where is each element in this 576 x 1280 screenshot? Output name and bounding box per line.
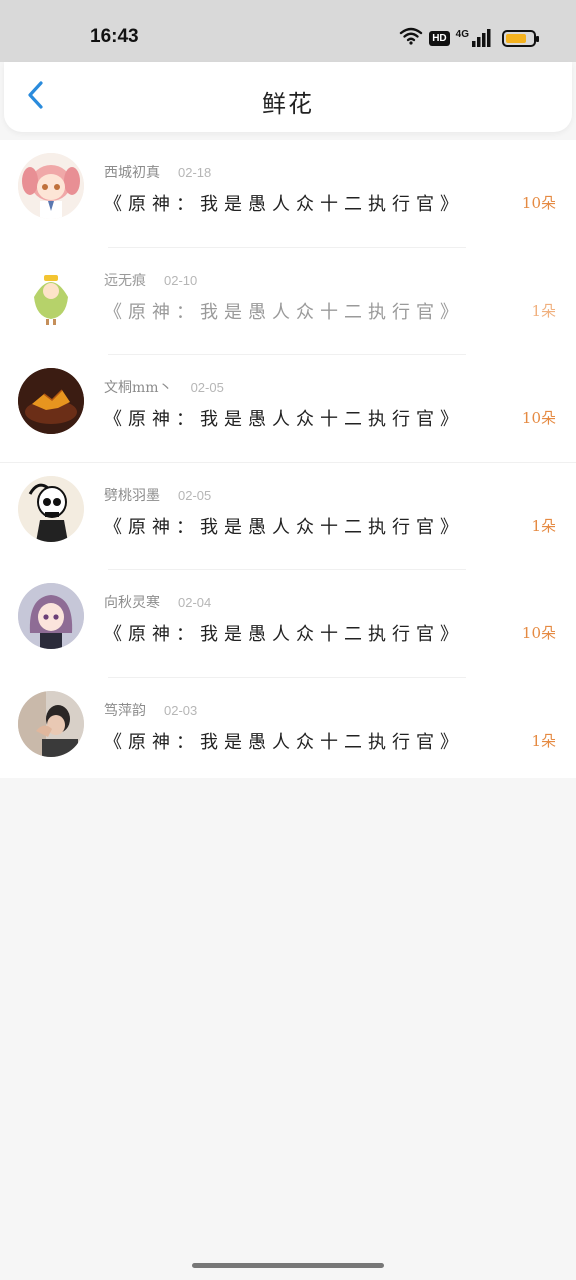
battery-icon bbox=[502, 29, 539, 47]
avatar[interactable] bbox=[18, 690, 84, 757]
avatar[interactable] bbox=[18, 260, 84, 327]
battery-level bbox=[506, 33, 526, 43]
list-item[interactable]: 文桐mm丶 02-05 《原神：我是愚人众十二执行官》 10朵 bbox=[0, 355, 576, 463]
item-meta: 文桐mm丶 02-05 bbox=[104, 377, 224, 397]
sender-name: 远无痕 bbox=[104, 272, 146, 289]
flower-count: 10朵 bbox=[521, 409, 556, 428]
sender-name: 西城初真 bbox=[104, 165, 160, 181]
gift-date: 02-05 bbox=[190, 380, 224, 396]
work-title: 《原神：我是愚人众十二执行官》 bbox=[104, 516, 464, 538]
list-item[interactable]: 远无痕 02-10 《原神：我是愚人众十二执行官》 1朵 bbox=[0, 248, 576, 356]
gift-date: 02-18 bbox=[178, 165, 212, 180]
flower-count: 10朵 bbox=[521, 624, 556, 643]
work-title: 《原神：我是愚人众十二执行官》 bbox=[104, 409, 464, 431]
list-item[interactable]: 劈桃羽墨 02-05 《原神：我是愚人众十二执行官》 1朵 bbox=[0, 463, 576, 571]
work-title: 《原神：我是愚人众十二执行官》 bbox=[104, 301, 464, 323]
hd-badge: HD bbox=[429, 30, 450, 46]
flower-count: 10朵 bbox=[521, 194, 556, 212]
avatar[interactable] bbox=[18, 368, 84, 435]
wifi-icon bbox=[399, 26, 423, 50]
item-meta: 劈桃羽墨 02-05 bbox=[104, 485, 211, 505]
signal-icon: 4G bbox=[456, 29, 492, 47]
status-icons: HD 4G bbox=[399, 26, 539, 50]
avatar[interactable] bbox=[18, 153, 84, 219]
network-label: 4G bbox=[455, 29, 469, 40]
gift-date: 02-03 bbox=[164, 702, 198, 718]
gift-list: 西城初真 02-18 《原神：我是愚人众十二执行官》 10朵 远无痕 02-10… bbox=[0, 140, 576, 778]
home-indicator[interactable] bbox=[192, 1263, 384, 1268]
flower-count: 1朵 bbox=[531, 301, 556, 320]
flower-count: 1朵 bbox=[531, 516, 556, 535]
page-title: 鲜花 bbox=[262, 90, 314, 118]
item-meta: 远无痕 02-10 bbox=[104, 270, 197, 290]
list-item[interactable]: 西城初真 02-18 《原神：我是愚人众十二执行官》 10朵 bbox=[0, 140, 576, 248]
item-meta: 西城初真 02-18 bbox=[104, 162, 211, 182]
work-title: 《原神：我是愚人众十二执行官》 bbox=[104, 194, 464, 215]
item-meta: 向秋灵寒 02-04 bbox=[104, 592, 211, 612]
sender-name: 文桐mm丶 bbox=[104, 380, 173, 397]
sender-name: 劈桃羽墨 bbox=[104, 487, 160, 504]
status-time: 16:43 bbox=[90, 26, 139, 47]
list-item[interactable]: 向秋灵寒 02-04 《原神：我是愚人众十二执行官》 10朵 bbox=[0, 570, 576, 678]
avatar[interactable] bbox=[18, 583, 84, 650]
sender-name: 向秋灵寒 bbox=[104, 595, 160, 612]
header: 鲜花 bbox=[4, 62, 572, 132]
item-meta: 笃萍韵 02-03 bbox=[104, 700, 197, 720]
gift-date: 02-04 bbox=[178, 595, 212, 611]
gift-date: 02-05 bbox=[178, 487, 212, 503]
avatar[interactable] bbox=[18, 475, 84, 542]
work-title: 《原神：我是愚人众十二执行官》 bbox=[104, 624, 464, 646]
gift-date: 02-10 bbox=[164, 272, 198, 288]
flower-count: 1朵 bbox=[531, 731, 556, 750]
status-bar: 16:43 HD 4G bbox=[0, 0, 576, 62]
sender-name: 笃萍韵 bbox=[104, 702, 146, 719]
list-item[interactable]: 笃萍韵 02-03 《原神：我是愚人众十二执行官》 1朵 bbox=[0, 678, 576, 786]
work-title: 《原神：我是愚人众十二执行官》 bbox=[104, 731, 464, 753]
